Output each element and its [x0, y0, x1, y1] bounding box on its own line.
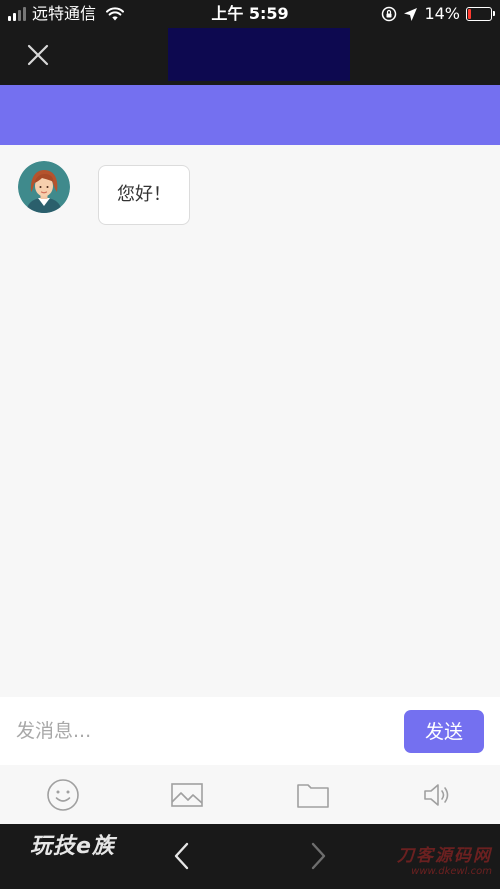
message-bubble: 您好！: [98, 165, 190, 225]
watermark: 刀客源码网 www.dkewl.com: [397, 846, 492, 878]
close-button[interactable]: [22, 39, 54, 71]
forward-button[interactable]: [306, 840, 330, 872]
accent-banner: [0, 85, 500, 145]
status-bar: 远特通信 上午 5:59 14%: [0, 0, 500, 28]
location-arrow-icon: [404, 7, 418, 21]
chevron-left-icon: [174, 842, 189, 870]
emoji-button[interactable]: [45, 777, 81, 813]
watermark-url-text: www.dkewl.com: [411, 866, 492, 877]
orientation-lock-icon: [382, 6, 397, 22]
image-icon: [171, 783, 203, 807]
battery-icon: [466, 7, 495, 21]
avatar-female-agent-icon: [18, 161, 70, 213]
back-button[interactable]: [170, 840, 194, 872]
browser-bottom-bar: 玩技e族 刀客源码网 www.dkewl.com: [0, 824, 500, 889]
emoji-icon: [47, 779, 79, 811]
agent-avatar: [18, 161, 70, 213]
folder-button[interactable]: [295, 777, 331, 813]
battery-level-fill: [468, 9, 471, 19]
status-right: 14%: [381, 4, 495, 24]
watermark-main-text: 刀客源码网: [397, 846, 492, 866]
chevron-right-icon: [311, 842, 326, 870]
header-title-block: [168, 28, 350, 81]
folder-icon: [297, 784, 329, 808]
battery-percent: 14%: [424, 4, 460, 23]
chat-screen: 远特通信 上午 5:59 14% 您好！ 发消息... 发送 玩技e族 刀客源码…: [0, 0, 500, 889]
composer-row: 发送: [0, 697, 500, 765]
send-button[interactable]: 发送: [404, 710, 484, 753]
chat-area[interactable]: 您好！: [0, 145, 500, 697]
image-button[interactable]: [169, 777, 205, 813]
top-header: [0, 28, 500, 85]
brand-logo-text: 玩技e族: [30, 834, 115, 859]
voice-button[interactable]: [420, 777, 456, 813]
close-icon: [27, 44, 49, 66]
speaker-icon: [424, 784, 449, 806]
message-input[interactable]: [16, 711, 386, 751]
composer-toolbar: [0, 765, 500, 824]
